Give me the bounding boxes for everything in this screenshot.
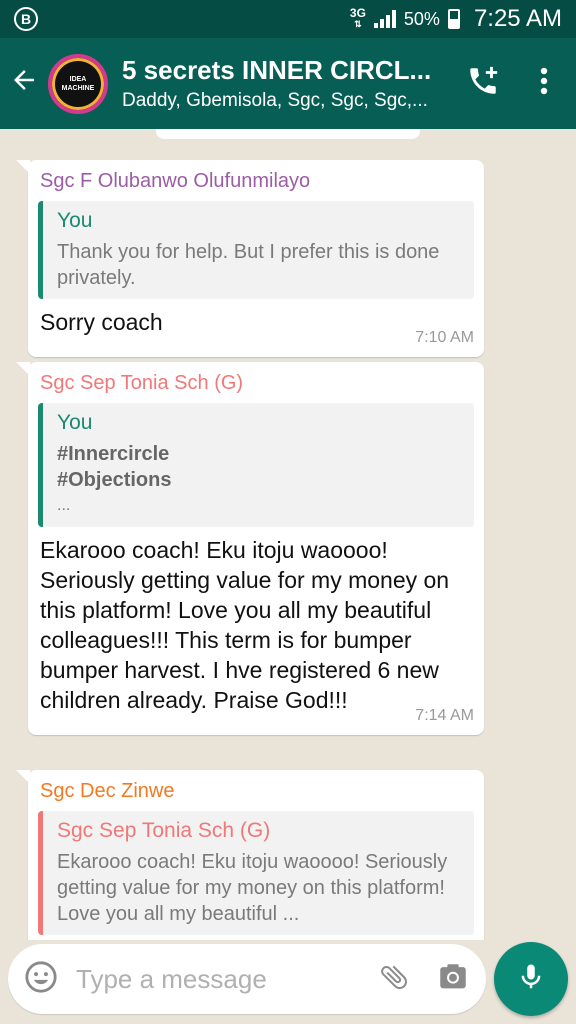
network-type-icon: 3G ⇅ bbox=[349, 6, 366, 29]
message-text: Ekarooo coach! Eku itoju waoooo! Serious… bbox=[40, 537, 450, 713]
quoted-author: You bbox=[57, 411, 93, 434]
message-sender: Sgc Dec Zinwe bbox=[40, 780, 175, 802]
quoted-author: Sgc Sep Tonia Sch (G) bbox=[57, 819, 271, 842]
battery-percent: 50% bbox=[403, 8, 440, 29]
previous-message-bubble bbox=[156, 129, 420, 139]
quoted-text: Ekarooo coach! Eku itoju waoooo! Serious… bbox=[57, 851, 448, 925]
chat-title-area[interactable]: 5 secrets INNER CIRCL... Daddy, Gbemisol… bbox=[122, 55, 438, 112]
attach-icon[interactable] bbox=[378, 961, 410, 998]
message-sender: Sgc F Olubanwo Olufunmilayo bbox=[40, 170, 311, 192]
signal-icon bbox=[373, 10, 396, 28]
quoted-author: You bbox=[57, 209, 93, 232]
quoted-line: #Innercircle bbox=[57, 443, 170, 465]
clock: 7:25 AM bbox=[473, 5, 562, 32]
message-bubble[interactable]: Sgc F Olubanwo Olufunmilayo You Thank yo… bbox=[16, 160, 484, 357]
quoted-message[interactable]: Sgc Sep Tonia Sch (G) Ekarooo coach! Eku… bbox=[38, 811, 474, 935]
group-avatar[interactable]: IDEA MACHINE bbox=[48, 53, 108, 114]
message-composer: Type a message bbox=[0, 940, 576, 1024]
message-bubble[interactable]: Sgc Sep Tonia Sch (G) You #Innercircle #… bbox=[16, 362, 484, 735]
quoted-line: #Objections bbox=[57, 469, 172, 491]
chat-title: 5 secrets INNER CIRCL... bbox=[122, 55, 432, 85]
message-bubble[interactable]: Sgc Dec Zinwe Sgc Sep Tonia Sch (G) Ekar… bbox=[16, 770, 484, 940]
message-sender: Sgc Sep Tonia Sch (G) bbox=[40, 372, 244, 394]
microphone-icon bbox=[516, 960, 546, 999]
quoted-message[interactable]: You #Innercircle #Objections ... bbox=[38, 403, 474, 527]
status-bar: B 3G ⇅ 50% 7:25 AM bbox=[0, 0, 576, 38]
quoted-text: Thank you for help. But I prefer this is… bbox=[57, 241, 440, 289]
add-call-icon[interactable] bbox=[466, 64, 500, 103]
more-options-icon[interactable] bbox=[540, 66, 548, 101]
quoted-message[interactable]: You Thank you for help. But I prefer thi… bbox=[38, 201, 474, 299]
voice-message-button[interactable] bbox=[494, 942, 568, 1016]
battery-icon bbox=[447, 9, 460, 29]
message-placeholder: Type a message bbox=[76, 963, 267, 994]
message-input[interactable]: Type a message bbox=[8, 944, 486, 1014]
camera-icon[interactable] bbox=[436, 960, 470, 999]
back-arrow-icon[interactable] bbox=[0, 65, 48, 103]
emoji-icon[interactable] bbox=[24, 960, 58, 999]
chat-header: IDEA MACHINE 5 secrets INNER CIRCL... Da… bbox=[0, 38, 576, 129]
business-badge-icon: B bbox=[14, 7, 38, 31]
quoted-line: ... bbox=[57, 497, 71, 514]
chat-messages[interactable]: Sgc F Olubanwo Olufunmilayo You Thank yo… bbox=[0, 129, 576, 940]
chat-participants: Daddy, Gbemisola, Sgc, Sgc, Sgc,... bbox=[122, 90, 428, 111]
